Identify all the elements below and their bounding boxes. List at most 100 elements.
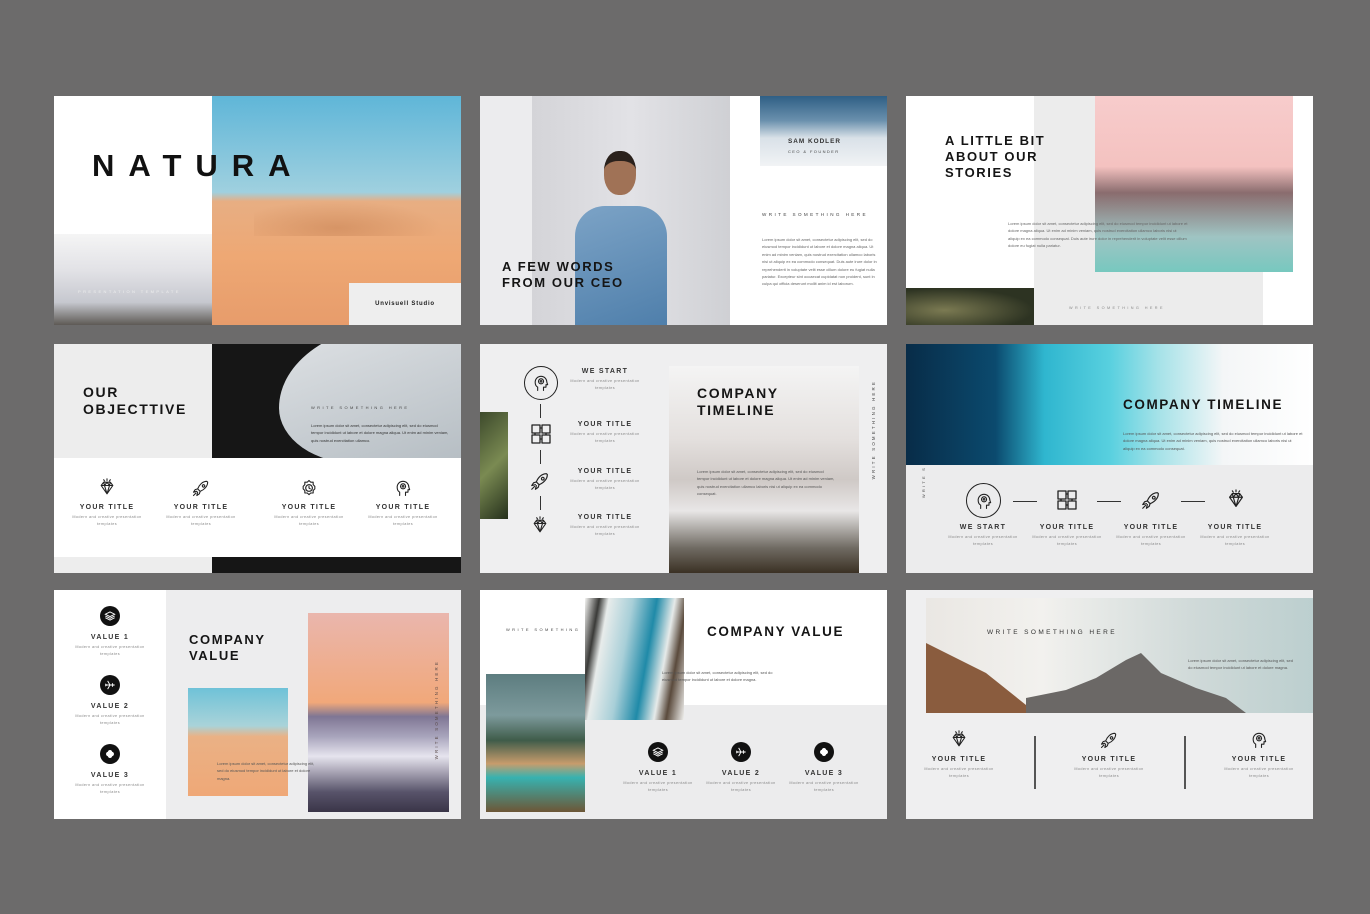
mountain-silhouette <box>926 643 1246 713</box>
beach-photo <box>486 674 585 812</box>
layers-icon <box>100 606 120 626</box>
slide-timeline-horizontal[interactable]: COMPANY TIMELINE Lorem ipsum dolor sit a… <box>906 344 1313 573</box>
aerial-river-photo <box>585 598 684 720</box>
item-desc: Modern and creative presentation templat… <box>570 432 640 443</box>
stories-title-2: ABOUT OUR <box>945 149 1039 164</box>
timeline-node <box>966 483 1001 518</box>
item-desc: Modern and creative presentation templat… <box>1032 535 1102 546</box>
item-title: YOUR TITLE <box>1081 756 1137 763</box>
head-icon <box>1249 730 1269 750</box>
vertical-label: WRITE SOMETHING HERE <box>871 380 876 480</box>
value-title: VALUE 3 <box>804 770 844 777</box>
value-desc: Modern and creative presentation templat… <box>75 783 145 794</box>
value-desc: Modern and creative presentation templat… <box>623 781 693 792</box>
head-icon <box>531 373 551 393</box>
diamond-icon <box>97 478 117 498</box>
timeline-item: YOUR TITLE Modern and creative presentati… <box>560 514 650 537</box>
value-desc: Modern and creative presentation templat… <box>75 714 145 725</box>
value-item: VALUE 2 Modern and creative presentation … <box>65 703 155 726</box>
diamond-icon <box>530 516 550 536</box>
snow-peak-photo <box>308 613 449 812</box>
item-desc: Modern and creative presentation templat… <box>1116 535 1186 546</box>
timeline-title: COMPANY TIMELINE <box>1123 397 1284 412</box>
timeline-item: YOUR TITLE Modern and creative presentati… <box>560 421 650 444</box>
vertical-label: WRITE S <box>921 466 926 499</box>
diamond-icon <box>949 730 969 750</box>
plane-icon <box>731 742 751 762</box>
value-heading: WRITE SOMETHING <box>506 627 581 632</box>
slide-objective[interactable]: OUR OBJECTTIVE WRITE SOMETHING HERE Lore… <box>54 344 461 573</box>
section-heading: WRITE SOMETHING HERE <box>762 212 868 217</box>
item-desc: Modern and creative presentation templat… <box>948 535 1018 546</box>
vertical-label: WRITE SOMETHING HERE <box>434 660 439 760</box>
slide-company-value-1[interactable]: VALUE 1 Modern and creative presentation … <box>54 590 461 819</box>
slide-company-value-2[interactable]: WRITE SOMETHING COMPANY VALUE Lorem ipsu… <box>480 590 887 819</box>
objective-title-2: OBJECTTIVE <box>83 401 187 417</box>
slide-timeline-vertical[interactable]: WE START Modern and creative presentation… <box>480 344 887 573</box>
connector-line <box>540 450 541 464</box>
value-body-text: Lorem ipsum dolor sit amet, consectetur … <box>662 670 773 683</box>
ceo-name: SAM KODLER <box>788 138 841 145</box>
divider <box>1034 736 1036 789</box>
item-desc: Modern and creative presentation templat… <box>570 379 640 390</box>
item-desc: Modern and creative presentation templat… <box>72 515 142 526</box>
fern-photo <box>906 288 1034 325</box>
timeline-item: WE START Modern and creative presentation… <box>938 524 1028 547</box>
head-icon <box>393 478 413 498</box>
puzzle-icon <box>1055 488 1079 512</box>
timeline-item: YOUR TITLE Modern and creative presentati… <box>1190 524 1280 547</box>
banner-heading: WRITE SOMETHING HERE <box>987 629 1117 636</box>
flower-icon <box>100 744 120 764</box>
banner-body-text: Lorem ipsum dolor sit amet, consectetur … <box>1188 658 1293 671</box>
objective-item: YOUR TITLE Modern and creative presentati… <box>62 478 152 527</box>
diamond-icon <box>1225 489 1247 511</box>
connector-line <box>1097 501 1121 502</box>
ceo-body-text: Lorem ipsum dolor sit amet, consectetur … <box>762 237 877 287</box>
flower-icon <box>814 742 834 762</box>
petal-photo <box>279 344 461 464</box>
value-title-2: VALUE <box>189 648 241 663</box>
item-desc: Modern and creative presentation templat… <box>1224 767 1294 778</box>
layers-icon <box>648 742 668 762</box>
item-title: YOUR TITLE <box>281 504 337 511</box>
item-title: YOUR TITLE <box>173 504 229 511</box>
ceo-title-2: FROM OUR CEO <box>502 275 624 290</box>
slide-natura-cover[interactable]: NATURA PRESENTATION TEMPLATE Unvisuell S… <box>54 96 461 325</box>
value-title: VALUE 1 <box>638 770 678 777</box>
objective-item: YOUR TITLE Modern and creative presentati… <box>358 478 448 527</box>
gear-icon <box>299 478 319 498</box>
item-title: YOUR TITLE <box>1039 524 1095 531</box>
stories-title-3: STORIES <box>945 165 1014 180</box>
item-desc: Modern and creative presentation templat… <box>924 767 994 778</box>
connector-line <box>1181 501 1205 502</box>
slide-mountain-banner[interactable]: WRITE SOMETHING HERE Lorem ipsum dolor s… <box>906 590 1313 819</box>
item-desc: Modern and creative presentation templat… <box>274 515 344 526</box>
connector-line <box>540 496 541 510</box>
value-title: VALUE 3 <box>90 772 130 779</box>
stories-title-1: A LITTLE BIT <box>945 133 1046 148</box>
slide-ceo[interactable]: SAM KODLER CEO & FOUNDER WRITE SOMETHING… <box>480 96 887 325</box>
feature-item: YOUR TITLE Modern and creative presentati… <box>914 730 1004 779</box>
value-item: VALUE 3 Modern and creative presentation … <box>779 770 869 793</box>
slide-stories[interactable]: A LITTLE BIT ABOUT OUR STORIES Lorem ips… <box>906 96 1313 325</box>
value-title: COMPANY VALUE <box>707 624 845 639</box>
plane-icon <box>100 675 120 695</box>
item-title: YOUR TITLE <box>79 504 135 511</box>
timeline-title-1: COMPANY <box>697 385 779 401</box>
item-title: WE START <box>959 524 1007 531</box>
snow-mountain-photo <box>54 234 212 325</box>
item-title: YOUR TITLE <box>577 514 633 521</box>
rocket-icon <box>1099 730 1119 750</box>
mountain-photo <box>760 96 887 166</box>
timeline-item: YOUR TITLE Modern and creative presentati… <box>560 468 650 491</box>
value-item: VALUE 2 Modern and creative presentation … <box>696 770 786 793</box>
item-title: WE START <box>581 368 629 375</box>
item-title: YOUR TITLE <box>1123 524 1179 531</box>
timeline-item: YOUR TITLE Modern and creative presentati… <box>1022 524 1112 547</box>
value-body-text: Lorem ipsum dolor sit amet, consectetur … <box>217 761 315 781</box>
dune-shadow <box>254 196 461 236</box>
puzzle-icon <box>529 422 553 446</box>
timeline-item: YOUR TITLE Modern and creative presentati… <box>1106 524 1196 547</box>
value-desc: Modern and creative presentation templat… <box>75 645 145 656</box>
value-title: VALUE 1 <box>90 634 130 641</box>
